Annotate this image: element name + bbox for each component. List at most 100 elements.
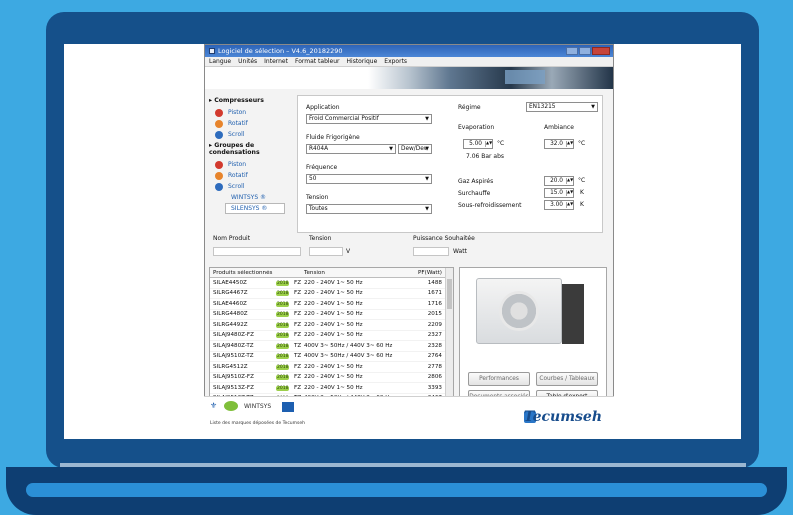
menu-langue[interactable]: Langue [209, 58, 231, 65]
cell-year: 2018 [276, 280, 294, 286]
table-row[interactable]: SILAJ9480Z-TZ 2018 TZ 400V 3~ 50Hz / 440V 3… [210, 341, 453, 352]
table-row[interactable]: SILRG4512Z 2018 FZ 220 - 240V 1~ 50 Hz 2778 [210, 362, 453, 373]
fluide-select[interactable]: R404A ▼ [306, 144, 396, 154]
nav-sub-wintsys[interactable]: WINTSYS ® [209, 192, 291, 203]
menu-historique[interactable]: Historique [347, 58, 378, 65]
wintsys-logo: WINTSYS [244, 403, 272, 410]
cell-product: SILAJ9513Z-FZ [213, 384, 254, 391]
year-badge: 2018 [276, 354, 290, 360]
year-badge: 2018 [276, 312, 290, 318]
frequence-select[interactable]: 50 ▼ [306, 174, 432, 184]
nav-groupe-scroll[interactable]: Scroll [209, 181, 291, 192]
table-row[interactable]: SILAJ9513Z-FZ 2018 FZ 220 - 240V 1~ 50 Hz 33… [210, 383, 453, 394]
year-badge: 2018 [276, 280, 290, 286]
condensing-unit-side [562, 284, 584, 344]
nav-compresseur-piston[interactable]: Piston [209, 107, 291, 118]
menu-format-tableur[interactable]: Format tableur [295, 58, 340, 65]
table-row[interactable]: SILAJ9510Z-TZ 2018 TZ 400V 3~ 50Hz / 440V 3… [210, 352, 453, 362]
banner-logo [505, 70, 545, 84]
menu-unites[interactable]: Unités [238, 58, 257, 65]
table-row[interactable]: SILAE4450Z 2018 FZ 220 - 240V 1~ 50 Hz 1488 [210, 278, 453, 289]
cell-type: FZ [294, 384, 302, 391]
piston-icon [215, 108, 223, 117]
evaporation-input[interactable]: 5.00 ▲▼ [463, 139, 493, 149]
ambiance-label: Ambiance [544, 124, 574, 131]
cell-product: SILAJ9480Z-FZ [213, 332, 254, 339]
nav-sub-silensys[interactable]: SILENSYS ® [225, 203, 285, 214]
menu-internet[interactable]: Internet [264, 58, 288, 65]
nav-groupe-piston[interactable]: Piston [209, 159, 291, 170]
evaporation-label: Evaporation [458, 124, 495, 131]
application-select[interactable]: Froid Commercial Positif ▼ [306, 114, 432, 124]
cell-tension: 220 - 240V 1~ 50 Hz [304, 321, 363, 328]
courbes-tableaux-button[interactable]: Courbes / Tableaux [536, 372, 598, 386]
maximize-button[interactable] [579, 47, 591, 55]
cell-type: FZ [294, 279, 302, 286]
parameters-panel: Application Froid Commercial Positif ▼ Fl… [297, 95, 603, 233]
ambiance-input[interactable]: 32.0 ▲▼ [544, 139, 574, 149]
brand-strip: ⚜ WINTSYS Liste des marques déposées de … [204, 396, 614, 439]
cell-pf: 2328 [427, 342, 442, 349]
menu-exports[interactable]: Exports [384, 58, 407, 65]
chevron-down-icon: ▼ [425, 176, 429, 182]
table-row[interactable]: SILAJ9480Z-FZ 2018 FZ 220 - 240V 1~ 50 Hz 23… [210, 331, 453, 341]
cell-tension: 400V 3~ 50Hz / 440V 3~ 60 Hz [304, 353, 393, 360]
gaz-input[interactable]: 20.0 ▲▼ [544, 176, 574, 186]
cell-tension: 220 - 240V 1~ 50 Hz [304, 363, 363, 370]
puissance-input[interactable] [413, 247, 449, 256]
minimize-button[interactable] [566, 47, 578, 55]
year-badge: 2018 [276, 343, 290, 349]
year-badge: 2018 [276, 364, 290, 370]
column-header-produits[interactable]: Produits sélectionnés [210, 270, 276, 276]
window-controls [566, 47, 613, 55]
cell-year: 2018 [276, 332, 294, 339]
scrollbar-thumb[interactable] [447, 279, 452, 309]
table-row[interactable]: SILRG4492Z 2018 FZ 220 - 240V 1~ 50 Hz 2209 [210, 320, 453, 331]
column-header-pf[interactable]: PF(Watt) [416, 270, 442, 276]
condensing-unit-image [476, 278, 562, 344]
search-row: Nom Produit Tension V Puissance Souhaité… [209, 235, 607, 265]
column-header-tension[interactable]: Tension [304, 270, 416, 276]
rotatif-icon [215, 171, 223, 180]
cell-tension: 220 - 240V 1~ 50 Hz [304, 300, 363, 307]
nom-produit-input[interactable] [213, 247, 301, 256]
nav-groupe-rotatif[interactable]: Rotatif [209, 170, 291, 181]
regime-select[interactable]: EN13215 ▼ [526, 102, 598, 112]
table-row[interactable]: SILAJ9510Z-FZ 2018 FZ 220 - 240V 1~ 50 Hz 28… [210, 373, 453, 383]
tension-select[interactable]: Toutes ▼ [306, 204, 432, 214]
brands-caption: Liste des marques déposées de Tecumseh [210, 421, 306, 426]
scroll-icon [215, 182, 223, 191]
regime-label: Régime [458, 104, 481, 111]
cell-type: FZ [294, 363, 302, 370]
performances-button[interactable]: Performances [468, 372, 530, 386]
cell-product: SILRG4492Z [213, 321, 248, 328]
scroll-icon [215, 130, 223, 139]
table-row[interactable]: SILRG4480Z 2018 FZ 220 - 240V 1~ 50 Hz 2015 [210, 310, 453, 320]
cell-tension: 220 - 240V 1~ 50 Hz [304, 290, 363, 297]
surchauffe-input[interactable]: 15.0 ▲▼ [544, 188, 574, 198]
sous-refroidissement-input[interactable]: 3.00 ▲▼ [544, 200, 574, 210]
cell-type: FZ [294, 290, 302, 297]
nav-compresseur-rotatif[interactable]: Rotatif [209, 118, 291, 129]
close-button[interactable] [592, 47, 610, 55]
cell-tension: 220 - 240V 1~ 50 Hz [304, 279, 363, 286]
nav-compresseur-scroll[interactable]: Scroll [209, 129, 291, 140]
table-row[interactable]: SILRG4467Z 2018 FZ 220 - 240V 1~ 50 Hz 1671 [210, 289, 453, 299]
gaz-label: Gaz Aspirés [458, 178, 494, 185]
fleur-logo: ⚜ [210, 401, 218, 410]
tension-search-input[interactable] [309, 247, 343, 256]
header-banner [205, 67, 613, 89]
cell-pf: 2806 [427, 374, 442, 381]
tension-label: Tension [306, 194, 329, 201]
dew-select[interactable]: Dew/Dew ▼ [398, 144, 432, 154]
cell-year: 2018 [276, 374, 294, 381]
app-icon [209, 48, 215, 54]
stepper-icon: ▲▼ [566, 177, 574, 184]
surchauffe-label: Surchauffe [458, 190, 491, 197]
cell-tension: 220 - 240V 1~ 50 Hz [304, 332, 363, 339]
cell-product: SILAJ9510Z-FZ [213, 374, 254, 381]
year-badge: 2018 [276, 301, 290, 307]
table-row[interactable]: SILAE4460Z 2018 FZ 220 - 240V 1~ 50 Hz 1716 [210, 299, 453, 310]
cell-pf: 1488 [427, 279, 442, 286]
cell-type: FZ [294, 332, 302, 339]
